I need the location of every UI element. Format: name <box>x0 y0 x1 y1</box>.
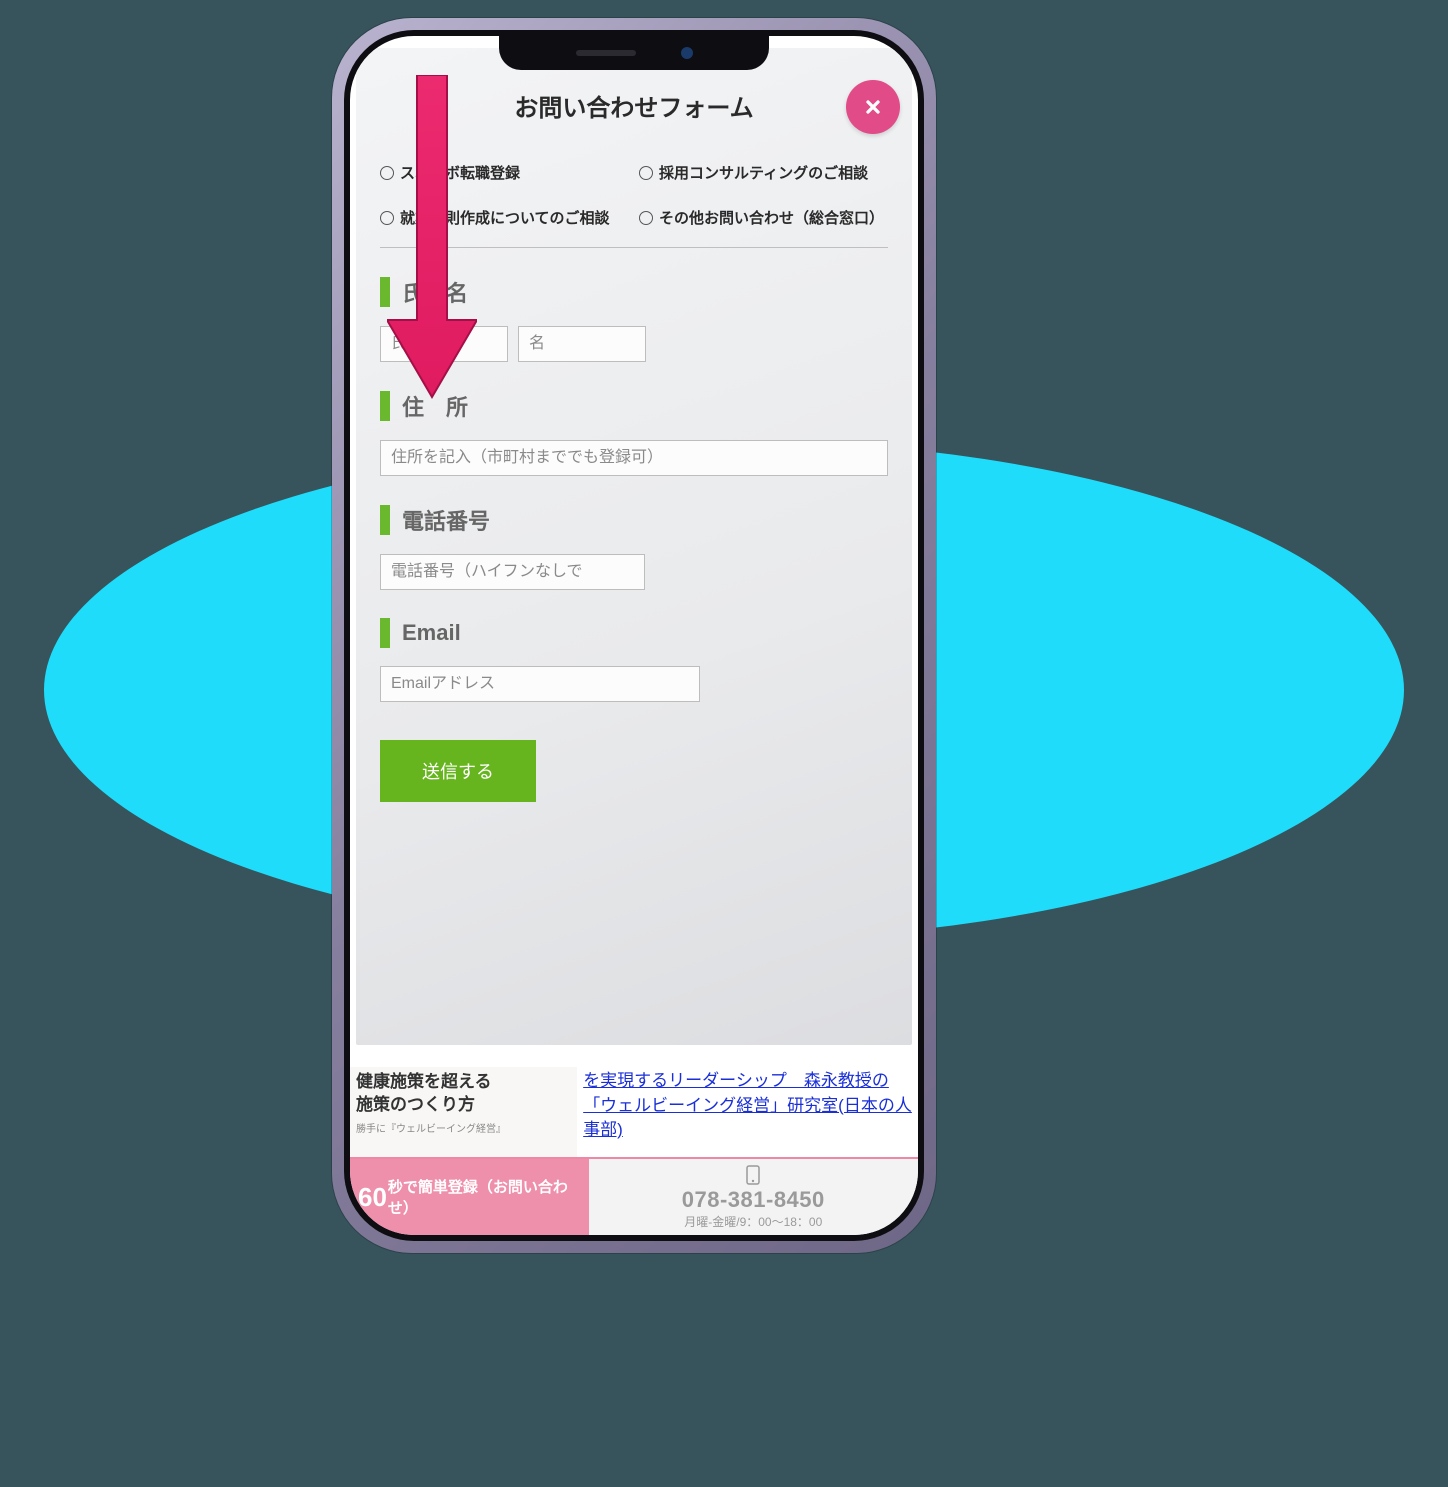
address-label: 住 所 <box>380 390 888 422</box>
radio-icon <box>639 166 653 180</box>
cta-left-text: 秒で簡単登録（お問い合わせ） <box>388 1176 589 1218</box>
radio-label: その他お問い合わせ（総合窓口） <box>659 208 884 229</box>
name-label: 氏 名 <box>380 276 888 308</box>
label-text: 住 所 <box>402 390 468 422</box>
phone-icon <box>746 1165 760 1185</box>
label-accent-bar <box>380 391 390 421</box>
radio-option-consulting[interactable]: 採用コンサルティングのご相談 <box>639 163 888 184</box>
radio-label: スポラボ転職登録 <box>400 163 520 184</box>
article-link[interactable]: を実現するリーダーシップ 森永教授の「ウェルビーイング経営」研究室(日本の人事部… <box>583 1071 912 1139</box>
article-card-right[interactable]: を実現するリーダーシップ 森永教授の「ウェルビーイング経営」研究室(日本の人事部… <box>577 1067 918 1157</box>
radio-label: 採用コンサルティングのご相談 <box>659 163 868 184</box>
label-accent-bar <box>380 505 390 535</box>
submit-button[interactable]: 送信する <box>380 740 536 802</box>
phone-inner: お問い合わせフォーム スポラボ転職登録 採用コンサルティングのご相談 <box>344 30 924 1241</box>
radio-icon <box>639 211 653 225</box>
background-content: 健康施策を超える 施策のつくり方 勝手に『ウェルビーイング経営』 を実現するリー… <box>350 1067 918 1235</box>
name-inputs <box>380 326 888 362</box>
cta-register-button[interactable]: 60 秒で簡単登録（お問い合わせ） <box>350 1159 589 1235</box>
name-section: 氏 名 <box>380 276 888 362</box>
radio-icon <box>380 166 394 180</box>
contact-form-modal: お問い合わせフォーム スポラボ転職登録 採用コンサルティングのご相談 <box>356 48 912 1045</box>
phone-frame: お問い合わせフォーム スポラボ転職登録 採用コンサルティングのご相談 <box>332 18 936 1253</box>
phone-input[interactable] <box>380 554 645 590</box>
lastname-input[interactable] <box>380 326 508 362</box>
label-accent-bar <box>380 618 390 648</box>
article-line: 健康施策を超える <box>356 1072 492 1091</box>
phone-section: 電話番号 <box>380 504 888 590</box>
label-text: Email <box>402 620 461 646</box>
address-section: 住 所 <box>380 390 888 476</box>
bottom-cta-bar: 60 秒で簡単登録（お問い合わせ） 078-381-8450 月曜-金曜/9：0… <box>350 1157 918 1235</box>
article-subtext: 勝手に『ウェルビーイング経営』 <box>356 1123 571 1137</box>
cta-hours: 月曜-金曜/9：00～18：00 <box>684 1213 822 1230</box>
radio-option-rules[interactable]: 就業規則作成についてのご相談 <box>380 208 629 229</box>
email-label: Email <box>380 618 888 648</box>
address-input[interactable] <box>380 440 888 476</box>
label-text: 電話番号 <box>402 504 490 536</box>
inquiry-type-group: スポラボ転職登録 採用コンサルティングのご相談 就業規則作成についてのご相談 そ… <box>380 135 888 248</box>
label-text: 氏 名 <box>402 276 468 308</box>
article-card-left[interactable]: 健康施策を超える 施策のつくり方 勝手に『ウェルビーイング経営』 <box>350 1067 577 1157</box>
front-camera <box>681 47 693 59</box>
firstname-input[interactable] <box>518 326 646 362</box>
radio-option-other[interactable]: その他お問い合わせ（総合窓口） <box>639 208 888 229</box>
radio-option-tenshoku[interactable]: スポラボ転職登録 <box>380 163 629 184</box>
cta-big-number: 60 <box>358 1182 387 1213</box>
radio-label: 就業規則作成についてのご相談 <box>400 208 610 229</box>
phone-label: 電話番号 <box>380 504 888 536</box>
close-icon <box>863 97 883 117</box>
article-row: 健康施策を超える 施策のつくり方 勝手に『ウェルビーイング経営』 を実現するリー… <box>350 1067 918 1157</box>
article-line: 施策のつくり方 <box>356 1095 475 1114</box>
email-section: Email <box>380 618 888 702</box>
radio-icon <box>380 211 394 225</box>
cta-phone-number: 078-381-8450 <box>682 1187 825 1213</box>
label-accent-bar <box>380 277 390 307</box>
cta-phone-button[interactable]: 078-381-8450 月曜-金曜/9：00～18：00 <box>589 1159 918 1235</box>
speaker-slot <box>576 50 636 56</box>
phone-notch <box>499 36 769 70</box>
email-input[interactable] <box>380 666 700 702</box>
phone-screen: お問い合わせフォーム スポラボ転職登録 採用コンサルティングのご相談 <box>350 36 918 1235</box>
close-button[interactable] <box>846 80 900 134</box>
modal-title: お問い合わせフォーム <box>380 88 888 123</box>
